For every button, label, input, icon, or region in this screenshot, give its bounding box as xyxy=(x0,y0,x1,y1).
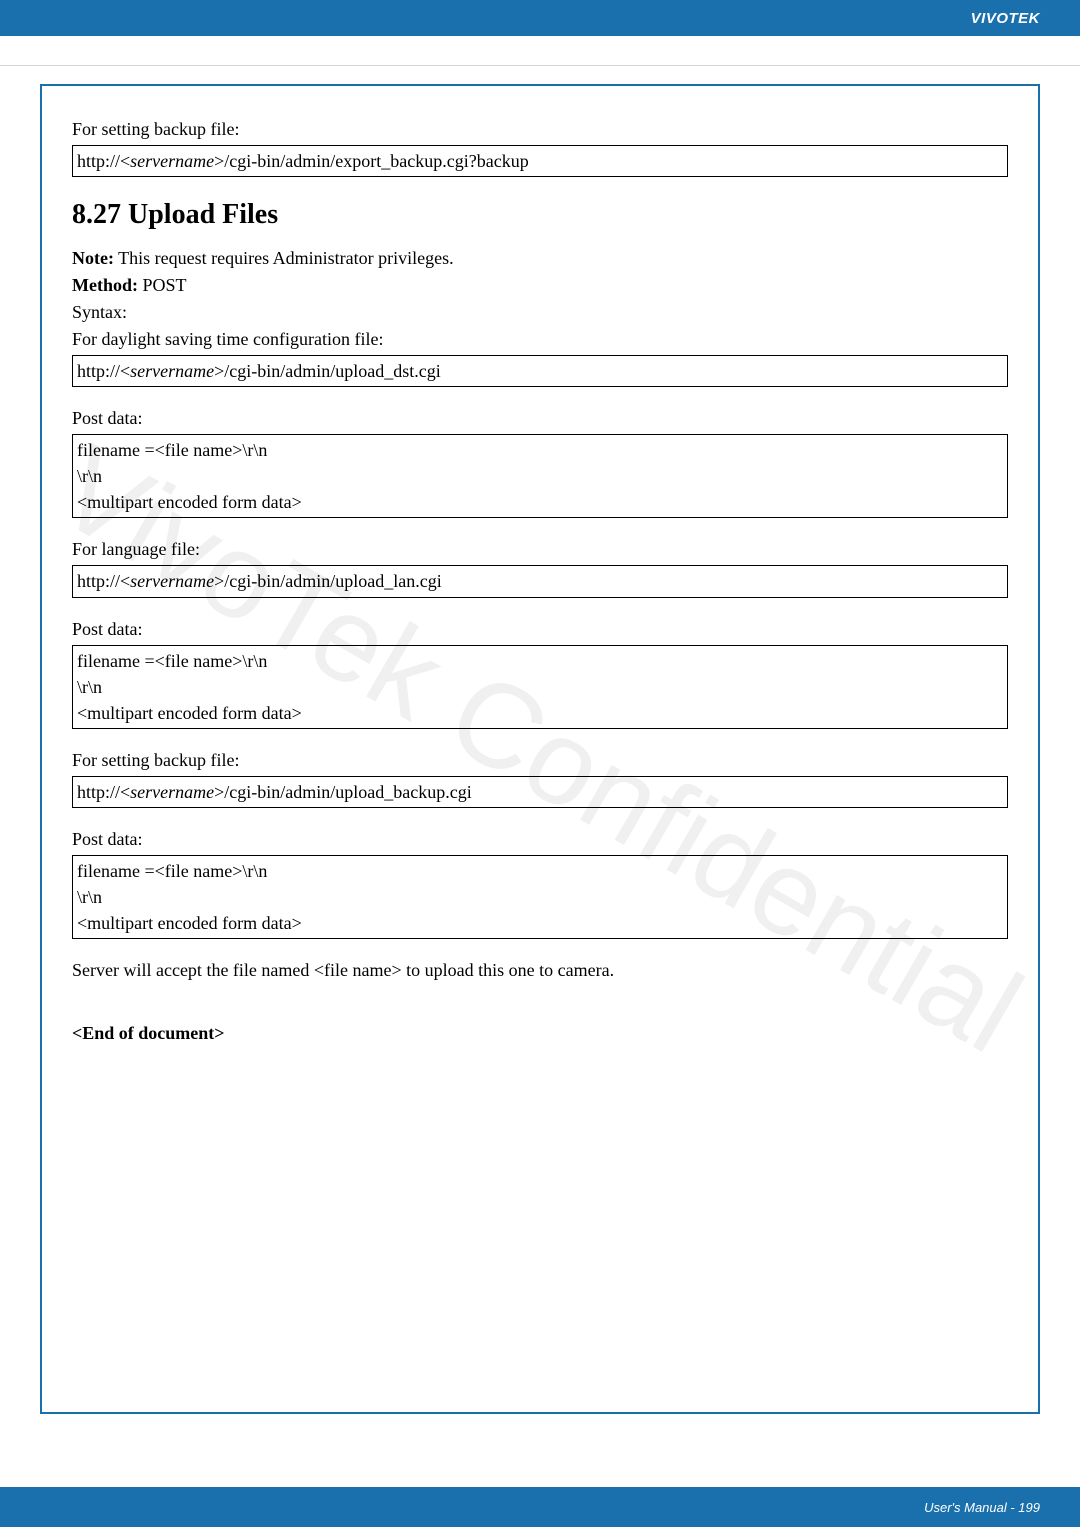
dst-label: For daylight saving time configuration f… xyxy=(72,326,1008,353)
method-line: Method: POST xyxy=(72,272,1008,299)
backup-label: For setting backup file: xyxy=(72,747,1008,774)
header-bar: VIVOTEK xyxy=(0,0,1080,36)
code-post-data-2: filename =<file name>\r\n \r\n <multipar… xyxy=(72,645,1008,729)
code-post-data-1: filename =<file name>\r\n \r\n <multipar… xyxy=(72,434,1008,518)
footer-bar: User's Manual - 199 xyxy=(0,1487,1080,1527)
code-upload-backup: http://<servername>/cgi-bin/admin/upload… xyxy=(72,776,1008,808)
syntax-label: Syntax: xyxy=(72,299,1008,326)
post-data-label-3: Post data: xyxy=(72,826,1008,853)
post-data-label-1: Post data: xyxy=(72,405,1008,432)
section-title: 8.27 Upload Files xyxy=(72,199,1008,231)
label-setting-backup-export: For setting backup file: xyxy=(72,116,1008,143)
footer-text: User's Manual - 199 xyxy=(924,1500,1040,1515)
server-note: Server will accept the file named <file … xyxy=(72,957,1008,984)
code-upload-dst: http://<servername>/cgi-bin/admin/upload… xyxy=(72,355,1008,387)
brand-text: VIVOTEK xyxy=(971,10,1040,27)
code-export-backup: http://<servername>/cgi-bin/admin/export… xyxy=(72,145,1008,177)
code-post-data-3: filename =<file name>\r\n \r\n <multipar… xyxy=(72,855,1008,939)
lang-label: For language file: xyxy=(72,536,1008,563)
end-of-document: <End of document> xyxy=(72,1020,1008,1047)
note-line: Note: This request requires Administrato… xyxy=(72,245,1008,272)
post-data-label-2: Post data: xyxy=(72,616,1008,643)
document-sheet: VivoTek Confidential For setting backup … xyxy=(40,84,1040,1414)
header-gap xyxy=(0,36,1080,66)
code-upload-lan: http://<servername>/cgi-bin/admin/upload… xyxy=(72,565,1008,597)
